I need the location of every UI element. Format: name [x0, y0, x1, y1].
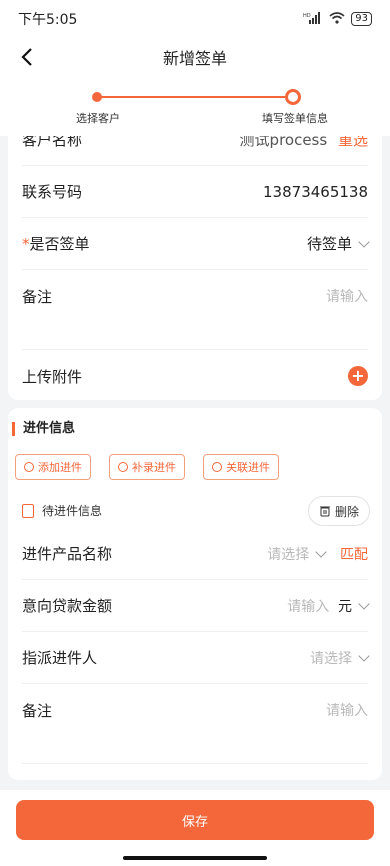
- clock-icon: [24, 462, 34, 472]
- customer-name-value-wrap: 测试process 重选: [240, 136, 368, 150]
- document-icon: [22, 503, 34, 518]
- attachment-row: 上传附件 +: [22, 350, 368, 400]
- signed-status-select[interactable]: 待签单: [306, 233, 370, 254]
- signed-status-label: 是否签单: [29, 235, 90, 253]
- signal-hd-text: HD: [303, 13, 311, 19]
- wifi-icon: [329, 11, 345, 27]
- delete-button[interactable]: 删除: [307, 496, 370, 526]
- pending-submission-label: 待进件信息: [42, 504, 103, 518]
- step-1-label: 选择客户: [76, 112, 120, 125]
- submission-remark-label: 备注: [22, 702, 53, 720]
- plus-circle-icon: [212, 462, 222, 472]
- product-select-wrap: 请选择 匹配: [267, 544, 368, 564]
- trash-icon: [319, 506, 330, 517]
- amount-input[interactable]: 请输入: [287, 599, 329, 615]
- supplement-submission-button[interactable]: 补录进件: [109, 454, 185, 480]
- chevron-down-icon: [358, 649, 370, 662]
- reselect-link[interactable]: 重选: [338, 136, 368, 149]
- chevron-down-icon: [358, 236, 370, 248]
- signed-status-value: 待签单: [306, 235, 352, 253]
- chevron-left-icon: [21, 48, 32, 66]
- amount-unit-select[interactable]: 元: [338, 599, 352, 615]
- customer-name-row[interactable]: 客户名称 测试process 重选: [22, 136, 368, 166]
- step-2-dot: [285, 89, 301, 105]
- assignee-label: 指派进件人: [22, 649, 98, 667]
- link-submission-button[interactable]: 关联进件: [203, 454, 279, 480]
- customer-name-value: 测试process: [239, 136, 328, 149]
- submission-remark-input[interactable]: 请输入: [326, 700, 368, 720]
- section-title: 进件信息: [12, 422, 75, 436]
- signed-status-label-wrap: *是否签单: [22, 233, 90, 254]
- phone-label: 联系号码: [22, 183, 83, 201]
- remark-input[interactable]: 请输入: [326, 286, 368, 306]
- assignee-row[interactable]: 指派进件人 请选择: [22, 632, 370, 684]
- amount-label: 意向贷款金额: [22, 597, 113, 615]
- customer-form-card: 客户名称 测试process 重选 联系号码 13873465138 *是否签单…: [8, 136, 382, 400]
- phone-row: 联系号码 13873465138: [22, 166, 368, 218]
- status-icons: HD 93: [303, 11, 372, 27]
- submission-card: 进件信息 添加进件 补录进件 关联进件 待进件信息 删除 进件产品名称 请选择 …: [8, 408, 382, 780]
- save-button[interactable]: 保存: [16, 800, 374, 840]
- add-submission-button[interactable]: 添加进件: [15, 454, 91, 480]
- home-indicator: [123, 856, 267, 860]
- amount-row[interactable]: 意向贷款金额 请输入 元: [22, 580, 370, 632]
- product-select[interactable]: 请选择: [267, 547, 309, 563]
- chevron-down-icon: [315, 545, 327, 558]
- status-bar: 下午5:05 HD 93: [0, 0, 390, 38]
- amount-input-wrap: 请输入 元: [287, 596, 370, 616]
- chevron-down-icon: [358, 597, 370, 610]
- phone-value: 13873465138: [263, 182, 368, 201]
- required-mark: *: [22, 235, 30, 253]
- footer-bar: 保存: [0, 790, 390, 866]
- step-connector: [97, 96, 293, 98]
- match-button[interactable]: 匹配: [340, 547, 368, 563]
- page-title: 新增签单: [162, 49, 227, 68]
- attachment-label: 上传附件: [22, 367, 83, 386]
- battery-icon: 93: [351, 12, 372, 26]
- assignee-select[interactable]: 请选择: [310, 651, 352, 667]
- step-2-label: 填写签单信息: [262, 112, 328, 125]
- remark-row[interactable]: 备注 请输入: [22, 270, 368, 350]
- add-attachment-button[interactable]: +: [348, 366, 368, 386]
- assignee-select-wrap: 请选择: [310, 648, 370, 668]
- step-1-dot: [92, 92, 102, 102]
- remark-label: 备注: [22, 288, 53, 306]
- product-row[interactable]: 进件产品名称 请选择 匹配: [22, 528, 368, 580]
- back-button[interactable]: [14, 44, 40, 70]
- signed-status-row[interactable]: *是否签单 待签单: [22, 218, 370, 270]
- progress-stepper: 选择客户 填写签单信息: [0, 76, 390, 136]
- check-circle-icon: [118, 462, 128, 472]
- supplement-submission-label: 补录进件: [132, 461, 176, 474]
- customer-name-label: 客户名称: [22, 136, 83, 149]
- signal-icon: HD: [303, 11, 323, 27]
- pending-submission-header: 待进件信息: [22, 502, 102, 519]
- link-submission-label: 关联进件: [226, 461, 270, 474]
- nav-bar: 新增签单: [0, 38, 390, 76]
- status-time: 下午5:05: [18, 12, 78, 28]
- product-label: 进件产品名称: [22, 545, 113, 563]
- add-submission-label: 添加进件: [38, 461, 82, 474]
- delete-label: 删除: [334, 504, 359, 519]
- submission-remark-row[interactable]: 备注 请输入: [22, 684, 368, 764]
